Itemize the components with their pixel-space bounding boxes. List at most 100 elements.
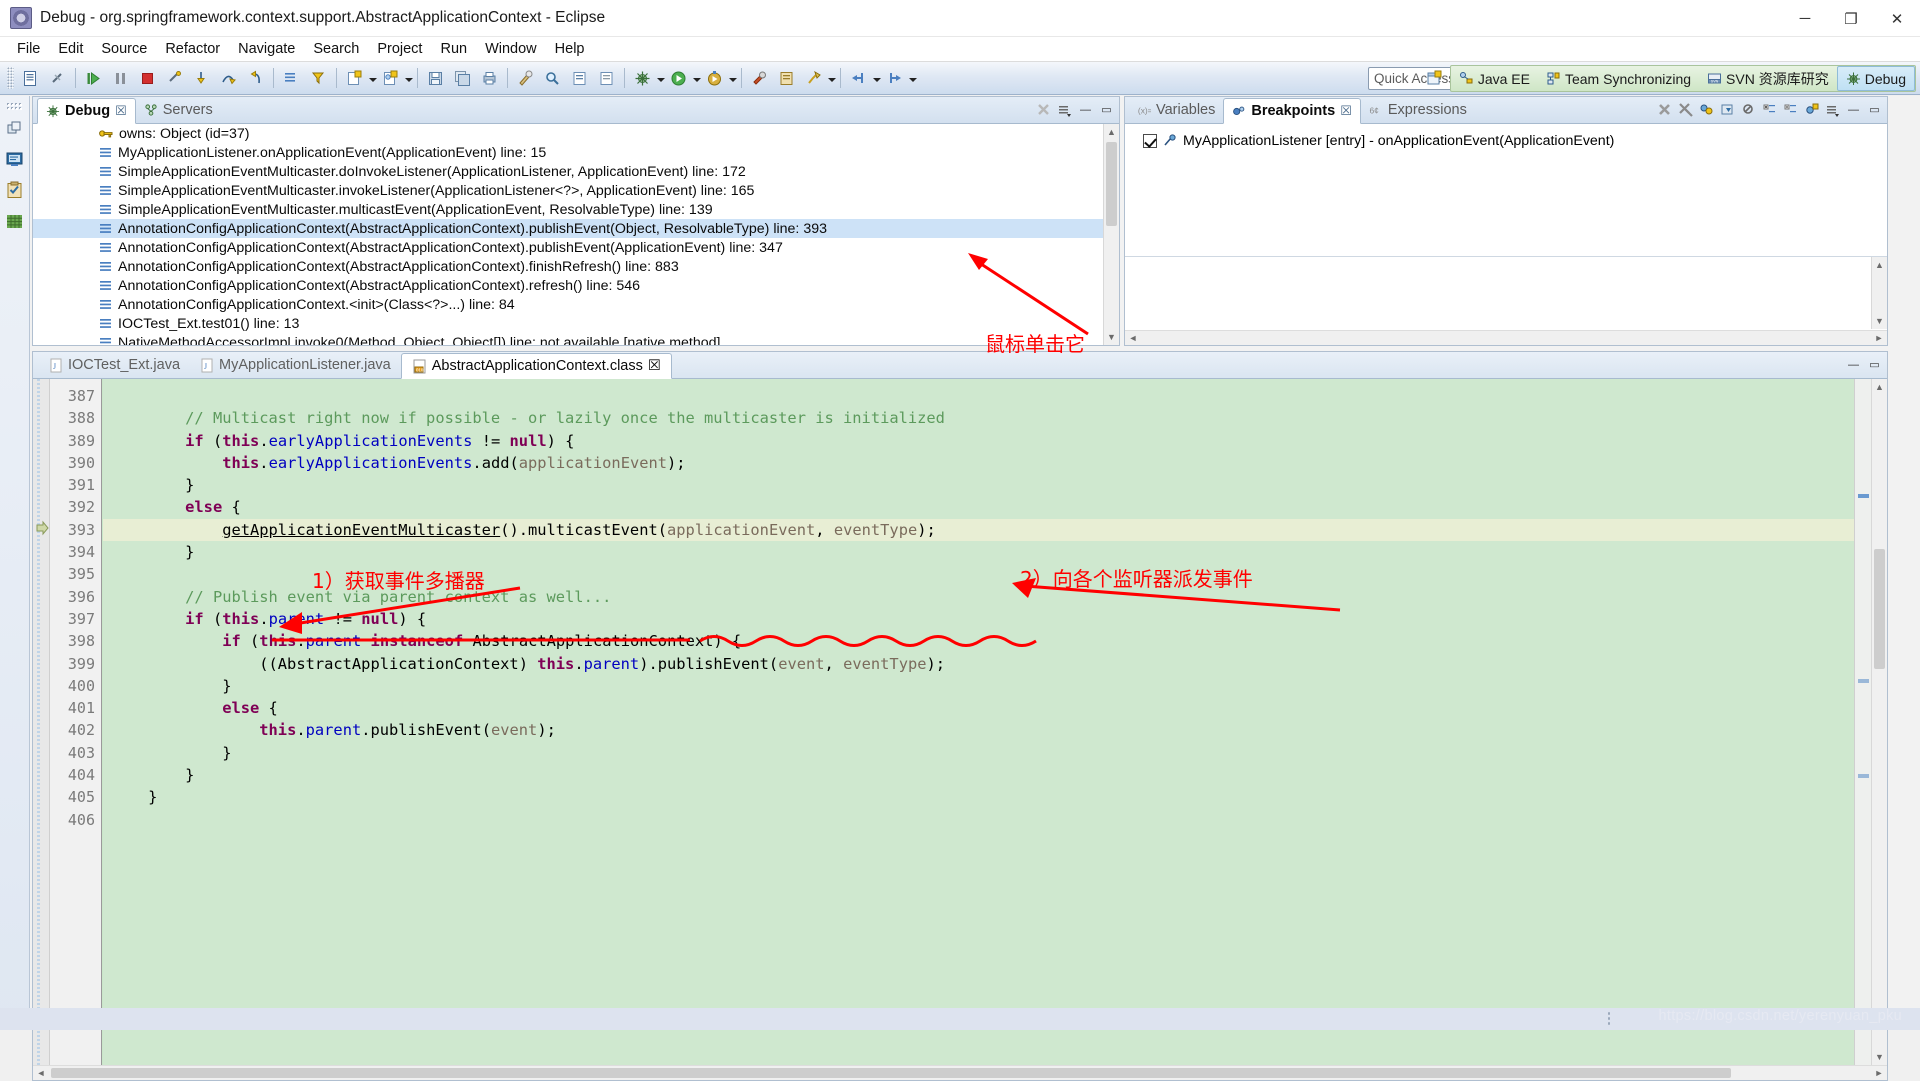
tab-variables[interactable]: (x)= Variables <box>1129 97 1223 123</box>
stack-frame-row[interactable]: AnnotationConfigApplicationContext(Abstr… <box>33 219 1119 238</box>
build-icon[interactable] <box>513 66 538 91</box>
chevron-down-icon[interactable] <box>908 67 917 89</box>
new-wizard-icon[interactable] <box>18 66 43 91</box>
chevron-down-icon[interactable] <box>404 67 413 89</box>
perspective-team-synchronizing[interactable]: Team Synchronizing <box>1538 66 1699 91</box>
menu-item-window[interactable]: Window <box>476 39 546 59</box>
expand-all-icon[interactable] <box>1760 100 1779 119</box>
code-line[interactable]: ((AbstractApplicationContext) this.paren… <box>103 653 1854 675</box>
scroll-down-arrow[interactable]: ▼ <box>1104 329 1119 345</box>
breakpoints-list[interactable]: MyApplicationListener [entry] - onApplic… <box>1125 124 1887 345</box>
stack-frame-row[interactable]: AnnotationConfigApplicationContext(Abstr… <box>33 257 1119 276</box>
editor-overview-ruler[interactable] <box>1854 379 1871 1065</box>
editor-tab-abstractapplicationcontext[interactable]: 010 AbstractApplicationContext.class ☒ <box>400 353 672 379</box>
code-editor[interactable]: 387 388 389 390 391 392 393 394 395 396 397 398 399 4… <box>33 379 1887 1080</box>
overview-marker[interactable] <box>1858 774 1869 778</box>
breakpoints-detail-vscrollbar[interactable]: ▲ ▼ <box>1871 257 1887 329</box>
open-perspective-icon[interactable] <box>1420 66 1450 91</box>
stack-frame-row[interactable]: AnnotationConfigApplicationContext(Abstr… <box>33 276 1119 295</box>
code-line[interactable]: } <box>103 786 1854 808</box>
print-icon[interactable] <box>477 66 502 91</box>
tasks-icon[interactable] <box>1 176 27 204</box>
coverage-launch-icon[interactable] <box>702 66 727 91</box>
scroll-thumb[interactable] <box>1874 549 1885 669</box>
stack-frame-row[interactable]: SimpleApplicationEventMulticaster.invoke… <box>33 181 1119 200</box>
previous-annotation-icon[interactable] <box>594 66 619 91</box>
code-line[interactable]: getApplicationEventMulticaster().multica… <box>103 518 1854 542</box>
restore-icon[interactable] <box>1 114 27 142</box>
close-icon[interactable]: ☒ <box>1340 103 1352 119</box>
step-into-icon[interactable] <box>189 66 214 91</box>
perspective-debug[interactable]: Debug <box>1836 66 1915 91</box>
overview-marker[interactable] <box>1858 679 1869 683</box>
scroll-left-arrow[interactable]: ◄ <box>1125 331 1141 345</box>
stack-frame-row[interactable]: IOCTest_Ext.test01() line: 13 <box>33 314 1119 333</box>
next-annotation-icon[interactable] <box>567 66 592 91</box>
code-line[interactable] <box>103 809 1854 831</box>
scroll-down-arrow[interactable]: ▼ <box>1872 313 1887 329</box>
link-break-icon[interactable] <box>45 66 70 91</box>
scroll-down-arrow[interactable]: ▼ <box>1872 1049 1887 1065</box>
toolbar-grip[interactable] <box>7 67 14 89</box>
code-line[interactable]: if (this.parent != null) { <box>103 608 1854 630</box>
chevron-down-icon[interactable] <box>656 67 665 89</box>
suspend-icon[interactable] <box>108 66 133 91</box>
chevron-down-icon[interactable] <box>827 67 836 89</box>
close-icon[interactable]: ☒ <box>648 358 661 374</box>
minimize-icon[interactable]: — <box>1076 100 1095 119</box>
new-java-project-icon[interactable] <box>342 66 367 91</box>
scroll-up-arrow[interactable]: ▲ <box>1872 257 1887 273</box>
fast-view-grip[interactable] <box>6 102 23 110</box>
resume-icon[interactable] <box>81 66 106 91</box>
menu-item-help[interactable]: Help <box>546 39 594 59</box>
show-qualified-names-icon[interactable] <box>1718 100 1737 119</box>
search-icon[interactable] <box>540 66 565 91</box>
tab-expressions[interactable]: 6¢ Expressions <box>1361 97 1475 123</box>
stack-frame-row[interactable]: SimpleApplicationEventMulticaster.doInvo… <box>33 162 1119 181</box>
stack-frame-row[interactable]: owns: Object (id=37) <box>33 124 1119 143</box>
scroll-right-arrow[interactable]: ► <box>1871 331 1887 345</box>
skip-all-breakpoints-icon[interactable] <box>1739 100 1758 119</box>
breakpoint-row[interactable]: MyApplicationListener [entry] - onApplic… <box>1125 130 1887 152</box>
minimize-icon[interactable]: — <box>1845 356 1862 373</box>
editor-hscrollbar[interactable]: ◄ ► <box>33 1065 1887 1080</box>
breakpoints-detail-hscrollbar[interactable]: ◄ ► <box>1125 330 1887 345</box>
code-line[interactable]: if (this.parent instanceof AbstractAppli… <box>103 630 1854 652</box>
new-java-class-icon[interactable] <box>378 66 403 91</box>
drop-to-frame-icon[interactable] <box>279 66 304 91</box>
tab-breakpoints[interactable]: Breakpoints ☒ <box>1223 98 1361 124</box>
chevron-down-icon[interactable] <box>692 67 701 89</box>
pin-icon[interactable] <box>801 66 826 91</box>
view-menu-icon[interactable] <box>1055 100 1074 119</box>
minimize-icon[interactable]: — <box>1844 100 1863 119</box>
editor-tab-mylistener[interactable]: J MyApplicationListener.java <box>190 352 401 378</box>
menu-item-project[interactable]: Project <box>368 39 431 59</box>
maximize-button[interactable]: ❐ <box>1828 0 1874 37</box>
step-over-icon[interactable] <box>216 66 241 91</box>
code-line[interactable]: } <box>103 474 1854 496</box>
chevron-down-icon[interactable] <box>872 67 881 89</box>
scroll-up-arrow[interactable]: ▲ <box>1872 379 1887 395</box>
remove-all-breakpoints-icon[interactable] <box>1676 100 1695 119</box>
code-line[interactable]: if (this.earlyApplicationEvents != null)… <box>103 430 1854 452</box>
tab-debug[interactable]: Debug ☒ <box>37 98 136 124</box>
back-icon[interactable] <box>846 66 871 91</box>
code-line[interactable]: else { <box>103 697 1854 719</box>
code-line[interactable]: this.parent.publishEvent(event); <box>103 719 1854 741</box>
debug-view-vscrollbar[interactable]: ▲ ▼ <box>1103 124 1119 345</box>
collapse-all-icon[interactable] <box>1781 100 1800 119</box>
debug-stack-tree[interactable]: owns: Object (id=37) MyApplicationListene… <box>33 124 1119 345</box>
stack-frame-row[interactable]: MyApplicationListener.onApplicationEvent… <box>33 143 1119 162</box>
menu-item-refactor[interactable]: Refactor <box>156 39 229 59</box>
save-icon[interactable] <box>423 66 448 91</box>
debug-launch-icon[interactable] <box>630 66 655 91</box>
stack-frame-row[interactable]: AnnotationConfigApplicationContext(Abstr… <box>33 238 1119 257</box>
tab-servers[interactable]: Servers <box>136 97 221 123</box>
console-icon[interactable] <box>1 145 27 173</box>
code-line[interactable]: } <box>103 541 1854 563</box>
forward-icon[interactable] <box>882 66 907 91</box>
code-line[interactable]: this.earlyApplicationEvents.add(applicat… <box>103 452 1854 474</box>
scroll-thumb[interactable] <box>1106 142 1117 226</box>
use-step-filters-icon[interactable] <box>306 66 331 91</box>
run-launch-icon[interactable] <box>666 66 691 91</box>
